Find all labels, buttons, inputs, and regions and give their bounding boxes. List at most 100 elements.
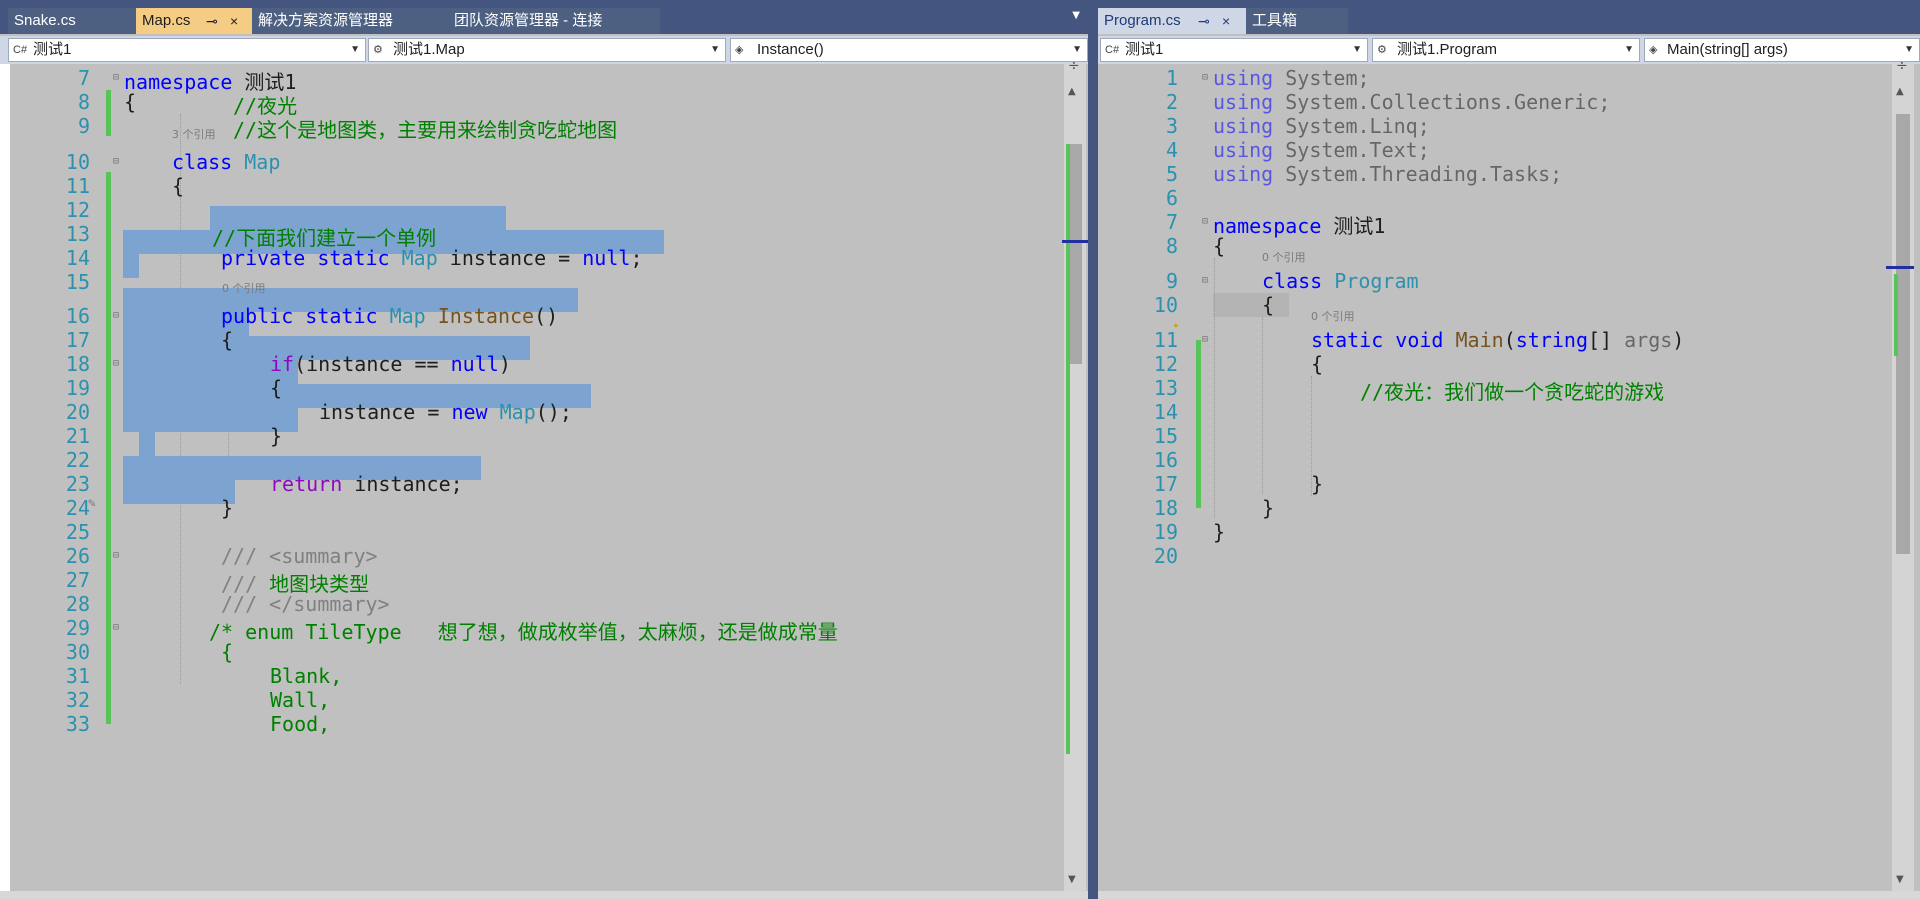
code-line: return instance; [270,472,463,496]
close-icon[interactable]: × [230,8,238,34]
collapse-icon[interactable]: ⊟ [113,358,119,369]
change-map [1066,144,1070,754]
doc-comment: /// <summary> [221,544,378,568]
line-number: 18 [65,352,90,376]
line-number: 10 [1153,293,1178,317]
line-number: 14 [1153,400,1178,424]
tab-label: 团队资源管理器 - 连接 [454,12,603,29]
scroll-down-icon[interactable]: ▼ [1896,874,1904,885]
tab-program-cs[interactable]: Program.cs ⊸ × [1098,8,1246,34]
brace-match-highlight [1213,293,1289,317]
project-dropdown[interactable]: C# 测试1 ▼ [8,38,366,62]
collapse-icon[interactable]: ⊟ [1202,216,1208,227]
right-editor-pane: Program.cs ⊸ × 工具箱 C# 测试1 ▼ ⚙ 测试1.Progra… [1098,0,1920,899]
close-icon[interactable]: × [1222,8,1230,34]
line-number: 12 [1153,352,1178,376]
line-number: 15 [1153,424,1178,448]
codelens-references[interactable]: 0 个引用 [1311,308,1355,324]
line-number: 9 [77,114,90,138]
scroll-down-icon[interactable]: ▼ [1068,874,1076,885]
line-number: 29 [65,616,90,640]
type-dropdown[interactable]: ⚙ 测试1.Program ▼ [1372,38,1640,62]
codelens-references[interactable]: 0 个引用 [222,280,266,296]
collapse-icon[interactable]: ⊟ [1202,275,1208,286]
pane-splitter[interactable] [1088,0,1098,899]
collapse-icon[interactable]: ⊟ [113,72,119,83]
collapse-icon[interactable]: ⊟ [1202,334,1208,345]
tab-solution-explorer[interactable]: 解决方案资源管理器 [252,8,448,34]
codelens-references[interactable]: 3 个引用 [172,126,216,142]
scroll-thumb[interactable] [1896,114,1910,554]
code-line: class Map [172,150,281,174]
chevron-down-icon: ▼ [1624,44,1634,55]
scroll-up-icon[interactable]: ▲ [1068,86,1076,97]
line-number: 5 [1165,162,1178,186]
caret-marker [1886,266,1914,269]
code-comment: Wall, [270,688,331,712]
line-number: 13 [1153,376,1178,400]
tab-label: Map.cs [142,12,191,29]
split-icon[interactable]: ÷ [1068,58,1080,74]
line-number: 26 [65,544,90,568]
split-icon[interactable]: ÷ [1896,58,1908,74]
class-icon: ⚙ [373,44,383,56]
tab-list-dropdown-icon[interactable]: ▼ [1072,10,1080,21]
class-icon: ⚙ [1377,44,1387,56]
collapse-icon[interactable]: ⊟ [113,310,119,321]
type-dropdown[interactable]: ⚙ 测试1.Map ▼ [368,38,726,62]
line-number: 30 [65,640,90,664]
line-number: 12 [65,198,90,222]
code-comment: //这个是地图类，主要用来绘制贪吃蛇地图 [233,118,618,142]
scroll-up-icon[interactable]: ▲ [1896,86,1904,97]
line-number: 7 [1165,210,1178,234]
code-line: } [221,496,234,520]
tab-team-explorer[interactable]: 团队资源管理器 - 连接 [448,8,660,34]
code-line: { [172,174,185,198]
line-number: 20 [65,400,90,424]
code-line: class Program [1262,269,1419,293]
lightbulb-icon[interactable]: ✦ [1172,318,1180,333]
change-indicator [1196,340,1201,508]
code-comment: //夜光：我们做一个贪吃蛇的游戏 [1360,380,1665,404]
line-number: 8 [77,90,90,114]
collapse-icon[interactable]: ⊟ [113,550,119,561]
left-navigation-bar: C# 测试1 ▼ ⚙ 测试1.Map ▼ ◈ Instance() ▼ [0,36,1088,64]
collapse-icon[interactable]: ⊟ [1202,72,1208,83]
pin-icon[interactable]: ⊸ [206,8,218,34]
using-directive: using System.Text; [1213,138,1430,162]
code-line: instance = new Map(); [319,400,572,424]
tab-snake-cs[interactable]: Snake.cs [8,8,136,34]
left-code-editor[interactable]: 7 8 9 10 11 12 13 14 15 16 17 18 19 20 2… [0,58,1088,891]
indent-guide [228,336,229,496]
vertical-scrollbar[interactable]: ÷ ▲ ▼ [1062,58,1088,891]
using-directive: using System.Collections.Generic; [1213,90,1611,114]
code-comment: /* enum TileType 想了想，做成枚举值，太麻烦，还是做成常量 [209,620,838,644]
member-dropdown[interactable]: ◈ Instance() ▼ [730,38,1088,62]
line-number: 13 [65,222,90,246]
line-number: 19 [65,376,90,400]
right-code-editor[interactable]: 1 2 3 4 5 6 7 8 9 10 11 12 13 14 15 16 1… [1098,58,1920,891]
line-number: 32 [65,688,90,712]
line-number: 9 [1165,269,1178,293]
scroll-thumb[interactable] [1068,144,1082,364]
codelens-references[interactable]: 0 个引用 [1262,249,1306,265]
code-comment: Blank, [270,664,343,688]
caret-marker [1062,240,1088,243]
member-dropdown[interactable]: ◈ Main(string[] args) ▼ [1644,38,1920,62]
csharp-project-icon: C# [1105,44,1120,56]
project-dropdown[interactable]: C# 测试1 ▼ [1100,38,1368,62]
line-number: 31 [65,664,90,688]
vertical-scrollbar[interactable]: ÷ ▲ ▼ [1886,58,1914,891]
indent-guide [180,114,181,684]
tab-map-cs[interactable]: Map.cs ⊸ × [136,8,252,34]
tab-toolbox[interactable]: 工具箱 [1246,8,1348,34]
collapse-icon[interactable]: ⊟ [113,156,119,167]
tab-label: 工具箱 [1252,12,1298,29]
code-line: { [270,376,283,400]
pin-icon[interactable]: ⊸ [1198,8,1210,34]
using-directive: using System.Threading.Tasks; [1213,162,1563,186]
tab-label: Program.cs [1104,12,1181,29]
line-number: 3 [1165,114,1178,138]
code-line: } [270,424,283,448]
collapse-icon[interactable]: ⊟ [113,622,119,633]
